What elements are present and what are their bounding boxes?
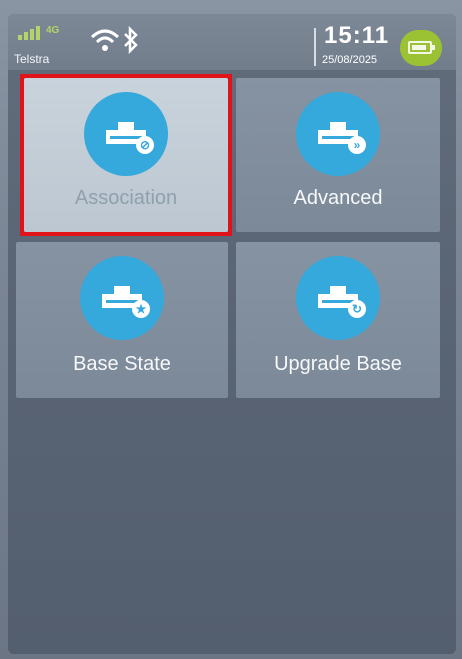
network-type: 4G [46, 25, 60, 36]
base-state-label: Base State [73, 353, 171, 375]
forward-badge-icon: » [348, 136, 366, 154]
upgrade-base-label: Upgrade Base [274, 353, 402, 375]
clock-time: 15:11 [324, 22, 390, 49]
base-state-icon: ★ [80, 256, 164, 340]
status-divider [314, 28, 316, 66]
advanced-label: Advanced [293, 187, 383, 209]
refresh-badge-icon: ↻ [348, 300, 366, 318]
wifi-icon [90, 29, 120, 51]
base-state-tile[interactable]: ★ Base State [16, 242, 228, 398]
star-badge-icon: ★ [132, 300, 150, 318]
screen: 4G Telstra 15:11 25/08/2025 ⊘ Associatio… [8, 14, 456, 654]
upgrade-base-icon: ↻ [296, 256, 380, 340]
advanced-tile[interactable]: » Advanced [236, 78, 440, 232]
upgrade-base-tile[interactable]: ↻ Upgrade Base [236, 242, 440, 398]
bluetooth-icon [124, 26, 138, 54]
carrier-name: Telstra [14, 52, 50, 66]
battery-icon [400, 30, 442, 66]
device-frame: 4G Telstra 15:11 25/08/2025 ⊘ Associatio… [0, 0, 462, 659]
clock-date: 25/08/2025 [322, 54, 378, 66]
advanced-icon: » [296, 92, 380, 176]
selection-highlight [20, 74, 232, 236]
status-bar: 4G Telstra 15:11 25/08/2025 [8, 14, 456, 70]
signal-icon [18, 26, 40, 40]
